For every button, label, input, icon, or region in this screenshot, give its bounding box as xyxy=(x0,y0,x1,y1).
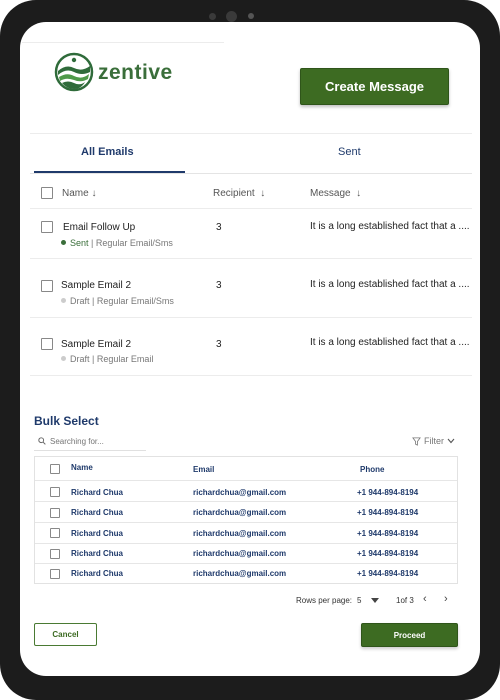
proceed-button[interactable]: Proceed xyxy=(361,623,458,647)
arrow-down-icon: ↓ xyxy=(260,188,266,199)
email-name[interactable]: Email Follow Up xyxy=(63,222,135,233)
camera-icon xyxy=(226,11,237,22)
page-indicator: 1of 3 xyxy=(396,596,414,605)
tab-all-emails[interactable]: All Emails xyxy=(81,146,134,158)
divider xyxy=(30,375,472,376)
contact-name[interactable]: Richard Chua xyxy=(71,529,123,538)
divider xyxy=(22,42,224,43)
row-checkbox[interactable] xyxy=(41,280,53,292)
bulk-select-title: Bulk Select xyxy=(34,414,99,428)
cancel-button[interactable]: Cancel xyxy=(34,623,97,646)
caret-down-icon[interactable] xyxy=(371,598,379,603)
search-icon xyxy=(38,437,46,445)
contact-checkbox[interactable] xyxy=(50,487,60,497)
contact-phone[interactable]: +1 944-894-8194 xyxy=(357,508,418,517)
zentive-logo: zentive xyxy=(54,52,194,96)
email-name[interactable]: Sample Email 2 xyxy=(61,339,131,350)
divider xyxy=(30,208,472,209)
bulk-contacts-table xyxy=(34,456,458,584)
contact-name[interactable]: Richard Chua xyxy=(71,488,123,497)
app-screen: zentive Create Message All Emails Sent N… xyxy=(20,22,480,676)
rows-per-page-label: Rows per page: xyxy=(296,596,353,605)
create-message-button[interactable]: Create Message xyxy=(300,68,449,105)
search-field[interactable] xyxy=(34,432,146,451)
filter-label: Filter xyxy=(424,436,444,446)
contact-checkbox[interactable] xyxy=(50,569,60,579)
recipient-count: 3 xyxy=(216,222,222,233)
tablet-frame: zentive Create Message All Emails Sent N… xyxy=(0,0,500,700)
contact-email[interactable]: richardchua@gmail.com xyxy=(193,529,286,538)
row-checkbox[interactable] xyxy=(41,338,53,350)
select-all-checkbox[interactable] xyxy=(41,187,53,199)
recipient-count: 3 xyxy=(216,339,222,350)
chevron-down-icon xyxy=(447,438,455,444)
active-tab-indicator xyxy=(34,171,185,173)
contact-phone[interactable]: +1 944-894-8194 xyxy=(357,529,418,538)
contact-name[interactable]: Richard Chua xyxy=(71,549,123,558)
divider xyxy=(35,543,457,544)
camera-bar xyxy=(0,0,500,22)
contact-checkbox[interactable] xyxy=(50,528,60,538)
divider xyxy=(30,317,472,318)
message-preview: It is a long established fact that a ...… xyxy=(310,279,470,290)
contact-phone[interactable]: +1 944-894-8194 xyxy=(357,569,418,578)
message-preview: It is a long established fact that a ...… xyxy=(310,221,470,232)
select-all-contacts-checkbox[interactable] xyxy=(50,464,60,474)
status-dot-icon xyxy=(61,240,66,245)
column-header-name[interactable]: Name ↓ xyxy=(62,188,96,199)
arrow-down-icon: ↓ xyxy=(91,188,97,199)
contact-email[interactable]: richardchua@gmail.com xyxy=(193,569,286,578)
arrow-down-icon: ↓ xyxy=(356,188,362,199)
divider xyxy=(35,501,457,502)
status-dot-icon xyxy=(61,298,66,303)
message-preview: It is a long established fact that a ...… xyxy=(310,337,470,348)
sensor-dot xyxy=(248,13,254,19)
search-input[interactable] xyxy=(50,436,140,446)
filter-button[interactable]: Filter xyxy=(412,436,455,446)
divider xyxy=(35,480,457,481)
tab-sent[interactable]: Sent xyxy=(338,146,361,158)
divider xyxy=(35,522,457,523)
contact-checkbox[interactable] xyxy=(50,508,60,518)
contact-phone[interactable]: +1 944-894-8194 xyxy=(357,488,418,497)
recipient-count: 3 xyxy=(216,280,222,291)
contact-checkbox[interactable] xyxy=(50,549,60,559)
contact-email[interactable]: richardchua@gmail.com xyxy=(193,508,286,517)
column-header-name: Name xyxy=(71,463,93,472)
contact-phone[interactable]: +1 944-894-8194 xyxy=(357,549,418,558)
divider xyxy=(35,563,457,564)
column-header-recipient[interactable]: Recipient ↓ xyxy=(213,188,265,199)
column-header-email: Email xyxy=(193,465,215,474)
column-header-phone: Phone xyxy=(360,465,385,474)
column-header-message[interactable]: Message ↓ xyxy=(310,188,361,199)
email-status: Draft | Regular Email/Sms xyxy=(61,296,174,306)
email-status: Sent | Regular Email/Sms xyxy=(61,238,173,248)
status-dot-icon xyxy=(61,356,66,361)
contact-email[interactable]: richardchua@gmail.com xyxy=(193,549,286,558)
contact-name[interactable]: Richard Chua xyxy=(71,508,123,517)
row-checkbox[interactable] xyxy=(41,221,53,233)
contact-name[interactable]: Richard Chua xyxy=(71,569,123,578)
divider xyxy=(30,173,472,174)
filter-icon xyxy=(412,436,421,446)
email-name[interactable]: Sample Email 2 xyxy=(61,280,131,291)
logo-mark-icon xyxy=(54,52,94,92)
rows-per-page-select[interactable]: 5 xyxy=(357,596,361,605)
divider xyxy=(30,133,472,134)
sensor-dot xyxy=(209,13,216,20)
chevron-left-icon[interactable]: ‹ xyxy=(423,593,427,605)
email-status: Draft | Regular Email xyxy=(61,354,153,364)
divider xyxy=(30,258,472,259)
contact-email[interactable]: richardchua@gmail.com xyxy=(193,488,286,497)
chevron-right-icon[interactable]: › xyxy=(444,593,448,605)
brand-name: zentive xyxy=(98,61,173,84)
